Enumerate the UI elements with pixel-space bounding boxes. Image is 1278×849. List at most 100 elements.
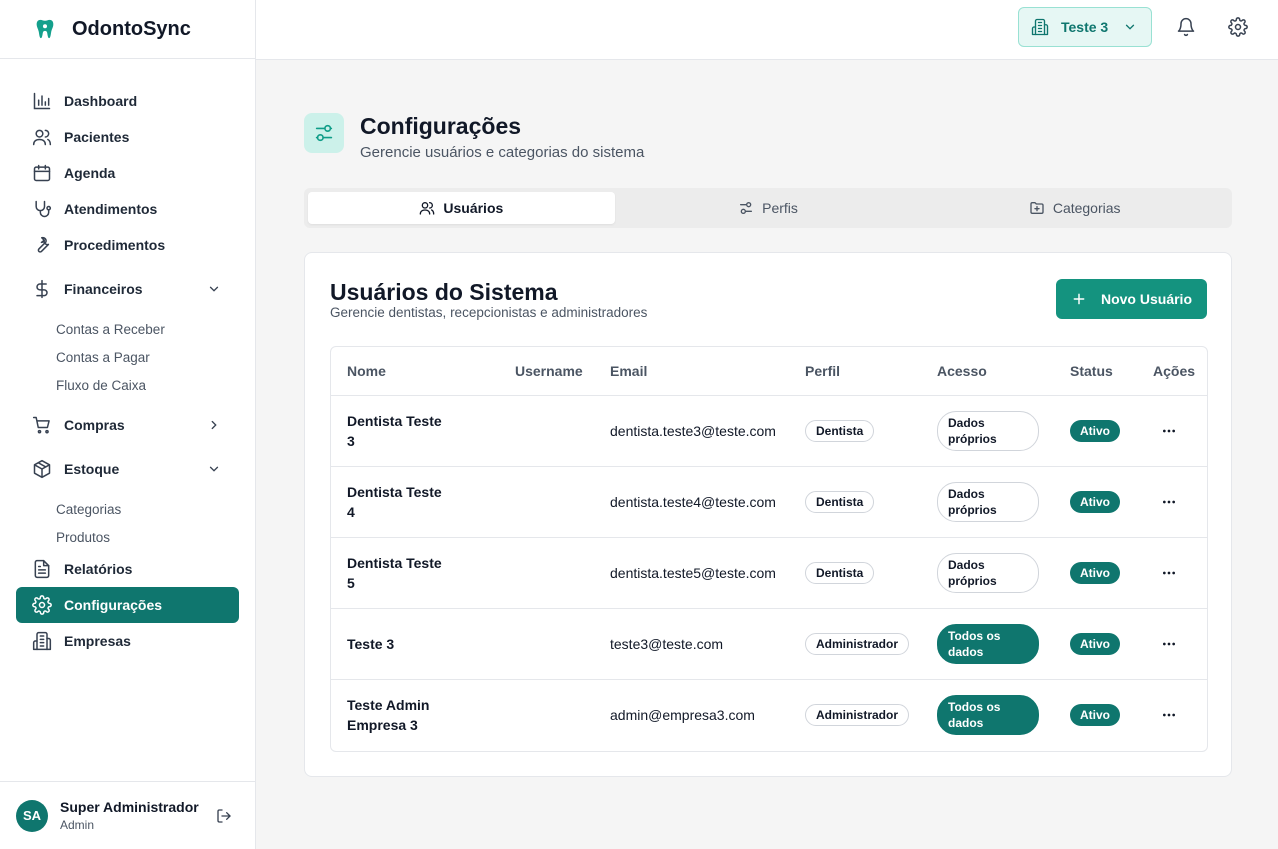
new-user-button-label: Novo Usuário <box>1100 291 1192 307</box>
access-badge: Todos os dados <box>937 623 1039 664</box>
profile-badge: Administrador <box>805 704 910 727</box>
sidebar-subitem-contas-receber[interactable]: Contas a Receber <box>16 315 239 343</box>
tooth-logo-icon <box>36 19 54 39</box>
sidebar-item-label: Estoque <box>64 461 120 477</box>
column-header-nome[interactable]: Nome <box>331 347 499 396</box>
username-cell <box>499 466 594 538</box>
access-badge: Dados próprios <box>937 552 1039 593</box>
sidebar-item-atendimentos[interactable]: Atendimentos <box>16 191 239 227</box>
table-row[interactable]: Dentista Teste 3 dentista.teste3@teste.c… <box>331 395 1207 467</box>
column-header-acoes: Ações <box>1137 347 1207 396</box>
sidebar-item-label: Pacientes <box>64 129 130 145</box>
more-horizontal-icon[interactable] <box>1161 423 1177 439</box>
username-cell <box>499 537 594 609</box>
access-badge: Dados próprios <box>937 410 1039 451</box>
calendar-icon <box>33 164 51 182</box>
new-user-button[interactable]: Novo Usuário <box>1056 279 1207 319</box>
bell-icon[interactable] <box>1176 17 1196 37</box>
sidebar: OdontoSync Dashboard Pacientes Agenda At… <box>0 0 256 849</box>
chevron-down-icon <box>209 466 219 472</box>
tab-label: Perfis <box>762 200 798 216</box>
tab-usuarios[interactable]: Usuários <box>308 192 615 224</box>
wrench-icon <box>37 236 50 253</box>
email-cell: dentista.teste4@teste.com <box>594 466 789 538</box>
company-select[interactable]: Teste 3 <box>1018 7 1152 47</box>
profile-badge: Dentista <box>805 419 875 442</box>
tab-perfis[interactable]: Perfis <box>615 192 922 224</box>
sidebar-item-compras[interactable]: Compras <box>16 407 239 443</box>
column-header-status[interactable]: Status <box>1054 347 1137 396</box>
bar-chart-icon <box>33 92 51 110</box>
chevron-down-icon <box>209 286 219 292</box>
table-row[interactable]: Teste 3 teste3@teste.com Administrador T… <box>331 608 1207 680</box>
sidebar-item-empresas[interactable]: Empresas <box>16 623 239 659</box>
sidebar-item-procedimentos[interactable]: Procedimentos <box>16 227 239 263</box>
table-row[interactable]: Teste Admin Empresa 3 admin@empresa3.com… <box>331 679 1207 751</box>
sidebar-item-agenda[interactable]: Agenda <box>16 155 239 191</box>
sidebar-subitem-fluxo-caixa[interactable]: Fluxo de Caixa <box>16 371 239 399</box>
username-cell <box>499 608 594 680</box>
username-cell <box>499 679 594 751</box>
dollar-icon <box>36 279 48 299</box>
page-subtitle: Gerencie usuários e categorias do sistem… <box>360 144 645 161</box>
settings-sliders-icon <box>304 113 344 153</box>
sidebar-item-label: Configurações <box>64 597 163 613</box>
user-role: Admin <box>60 818 95 832</box>
more-horizontal-icon[interactable] <box>1161 636 1177 652</box>
sidebar-item-label: Procedimentos <box>64 237 166 253</box>
user-name-cell: Dentista Teste 3 <box>331 395 499 467</box>
avatar: SA <box>16 799 48 832</box>
building-icon <box>32 631 52 651</box>
sidebar-item-label: Relatórios <box>64 561 133 577</box>
sidebar-item-label: Dashboard <box>64 93 138 109</box>
top-bar: Teste 3 <box>256 0 1278 60</box>
folder-plus-icon <box>1030 202 1044 214</box>
sidebar-item-financeiros[interactable]: Financeiros <box>16 271 239 307</box>
gear-icon[interactable] <box>1228 17 1248 37</box>
card-subtitle: Gerencie dentistas, recepcionistas e adm… <box>330 305 648 320</box>
access-badge: Todos os dados <box>937 695 1039 736</box>
users-icon <box>420 202 435 215</box>
table-row[interactable]: Dentista Teste 4 dentista.teste4@teste.c… <box>331 466 1207 538</box>
users-icon <box>32 129 52 146</box>
users-table: Nome Username Email Perfil Acesso Status… <box>330 346 1208 752</box>
more-horizontal-icon[interactable] <box>1161 565 1177 581</box>
tab-categorias[interactable]: Categorias <box>921 192 1228 224</box>
sidebar-item-label: Compras <box>64 417 125 433</box>
file-text-icon <box>34 559 50 579</box>
sidebar-subitem-contas-pagar[interactable]: Contas a Pagar <box>16 343 239 371</box>
page-title: Configurações <box>360 113 522 139</box>
sidebar-item-label: Agenda <box>64 165 116 181</box>
package-icon <box>33 459 51 479</box>
column-header-acesso[interactable]: Acesso <box>921 347 1054 396</box>
status-badge: Ativo <box>1070 561 1120 584</box>
logout-icon[interactable] <box>216 808 232 824</box>
more-horizontal-icon[interactable] <box>1161 707 1177 723</box>
column-header-email[interactable]: Email <box>594 347 789 396</box>
status-badge: Ativo <box>1070 419 1120 442</box>
sidebar-item-relatorios[interactable]: Relatórios <box>16 551 239 587</box>
column-header-perfil[interactable]: Perfil <box>789 347 921 396</box>
sidebar-item-pacientes[interactable]: Pacientes <box>16 119 239 155</box>
sidebar-item-configuracoes[interactable]: Configurações <box>16 587 239 623</box>
column-header-username[interactable]: Username <box>499 347 594 396</box>
sidebar-item-dashboard[interactable]: Dashboard <box>16 83 239 119</box>
profile-badge: Administrador <box>805 632 910 655</box>
sidebar-subitem-produtos[interactable]: Produtos <box>16 523 239 551</box>
table-header-row: Nome Username Email Perfil Acesso Status… <box>331 347 1207 396</box>
sidebar-item-label: Financeiros <box>64 281 143 297</box>
table-row[interactable]: Dentista Teste 5 dentista.teste5@teste.c… <box>331 537 1207 609</box>
email-cell: dentista.teste5@teste.com <box>594 537 789 609</box>
user-name-cell: Dentista Teste 5 <box>331 537 499 609</box>
tab-label: Categorias <box>1052 200 1121 216</box>
sidebar-item-estoque[interactable]: Estoque <box>16 451 239 487</box>
chevron-right-icon <box>211 420 217 430</box>
users-card: Usuários do Sistema Gerencie dentistas, … <box>304 252 1232 777</box>
sidebar-subitem-categorias[interactable]: Categorias <box>16 495 239 523</box>
brand[interactable]: OdontoSync <box>0 0 255 59</box>
more-horizontal-icon[interactable] <box>1161 494 1177 510</box>
user-profile: SA Super Administrador Admin <box>0 781 256 849</box>
status-badge: Ativo <box>1070 490 1120 513</box>
page-header: Configurações Gerencie usuários e catego… <box>304 113 644 161</box>
sidebar-nav: Dashboard Pacientes Agenda Atendimentos … <box>16 83 239 659</box>
